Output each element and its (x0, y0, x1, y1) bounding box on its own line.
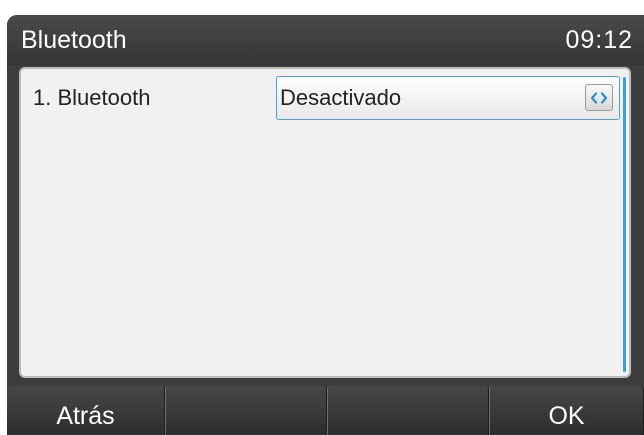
settings-list: 1. Bluetooth Desactivado (19, 67, 631, 378)
softkey-bar: Atrás OK (7, 386, 644, 435)
left-right-arrows-icon (590, 91, 608, 104)
bluetooth-select-value: Desactivado (280, 85, 402, 110)
title-bar: Bluetooth 09:12 (7, 15, 644, 65)
scrollbar[interactable] (623, 77, 626, 372)
option-toggle-button[interactable] (585, 84, 613, 111)
bluetooth-setting-label: 1. Bluetooth (33, 85, 151, 110)
bluetooth-select[interactable]: Desactivado (276, 76, 620, 120)
clock: 09:12 (565, 26, 633, 54)
back-softkey[interactable]: Atrás (7, 386, 165, 435)
phone-screen: Bluetooth 09:12 1. Bluetooth Desactivado… (7, 15, 644, 435)
softkey-2[interactable] (165, 386, 327, 435)
page-title: Bluetooth (21, 26, 127, 54)
softkey-3[interactable] (327, 386, 489, 435)
ok-softkey[interactable]: OK (489, 386, 644, 435)
